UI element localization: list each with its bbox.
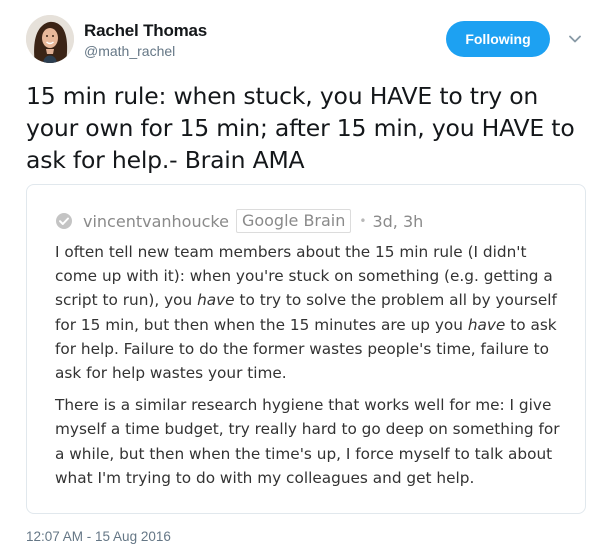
tweet-timestamp[interactable]: 12:07 AM - 15 Aug 2016: [26, 529, 171, 544]
card-paragraph-1: I often tell new team members about the …: [55, 240, 570, 385]
paragraph-1-emphasis-a: have: [197, 291, 235, 310]
card-badge: Google Brain: [235, 209, 352, 233]
card-paragraph-2: There is a similar research hygiene that…: [55, 396, 560, 487]
author-name[interactable]: Rachel Thomas: [84, 21, 207, 41]
quoted-image-card[interactable]: vincentvanhoucke Google Brain • 3d, 3h I…: [26, 184, 586, 514]
separator-dot: •: [359, 214, 367, 228]
chevron-down-icon[interactable]: [566, 32, 584, 46]
author-handle[interactable]: @math_rachel: [84, 43, 175, 59]
avatar-image: [26, 15, 74, 63]
card-time: 3d, 3h: [372, 211, 424, 231]
following-button[interactable]: Following: [446, 21, 550, 57]
tweet-text: 15 min rule: when stuck, you HAVE to try…: [26, 82, 575, 174]
tweet-container: Rachel Thomas @math_rachel Following 15 …: [0, 0, 595, 554]
check-circle-icon: [55, 212, 73, 230]
card-header: vincentvanhoucke Google Brain • 3d, 3h: [55, 209, 423, 233]
card-body: I often tell new team members about the …: [55, 240, 570, 498]
card-username: vincentvanhoucke: [83, 211, 229, 231]
avatar[interactable]: [26, 15, 74, 63]
paragraph-1-emphasis-b: have: [467, 315, 506, 334]
